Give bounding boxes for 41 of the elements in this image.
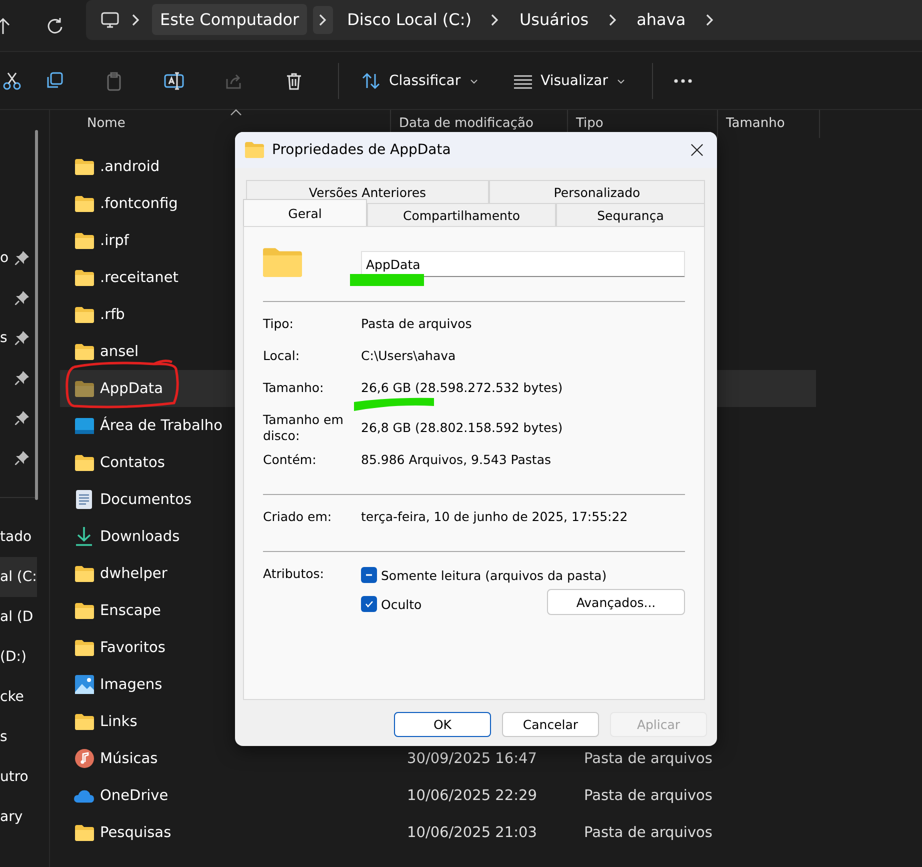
field-label: Atributos: — [263, 566, 325, 583]
field-value: 26,6 GB (28.598.272.532 bytes) — [361, 379, 564, 396]
checkbox-label: Oculto — [381, 596, 422, 612]
type-cell-text: Pasta de arquivos — [583, 824, 714, 840]
dialog-title: Propriedades de AppData — [272, 142, 452, 158]
file-name: Pesquisas — [100, 824, 172, 840]
file-name: Downloads — [100, 528, 180, 544]
date-cell-text: 10/06/2025 21:03 — [406, 824, 538, 840]
file-name: Músicas — [100, 750, 158, 766]
file-name: .receitanet — [100, 270, 178, 286]
file-name: Imagens — [100, 676, 162, 692]
date-cell-text: 10/06/2025 22:29 — [406, 788, 538, 804]
field-value: terça-feira, 10 de junho de 2025, 17:55:22 — [361, 508, 629, 525]
checkbox-label: Somente leitura (arquivos da pasta) — [381, 568, 607, 582]
file-name: Favoritos — [100, 640, 166, 656]
type-cell-text: Pasta de arquivos — [583, 750, 714, 766]
field-label: Tipo: — [263, 315, 295, 332]
field-label: Contém: — [263, 451, 318, 468]
file-name: Contatos — [100, 454, 165, 470]
field-label: Tamanho: — [263, 379, 325, 396]
file-name: Área de Trabalho — [100, 418, 222, 434]
field-label: Tamanho em disco: — [263, 411, 344, 444]
file-name: AppData — [100, 380, 163, 396]
field-label: Criado em: — [263, 508, 333, 525]
field-value: Pasta de arquivos — [361, 315, 473, 332]
file-name: .rfb — [100, 306, 125, 322]
field-label: Local: — [263, 347, 301, 364]
field-value: 85.986 Arquivos, 9.543 Pastas — [361, 451, 552, 468]
file-name: .fontconfig — [100, 196, 178, 212]
date-cell-text: 30/09/2025 16:47 — [406, 750, 538, 766]
file-name: ansel — [100, 344, 139, 360]
field-value: 26,8 GB (28.802.158.592 bytes) — [361, 419, 564, 436]
file-name: Documentos — [100, 492, 192, 508]
field-value: C:\Users\ahava — [361, 347, 457, 364]
file-name: .android — [100, 158, 160, 174]
file-name: dwhelper — [100, 566, 168, 582]
file-name: .irpf — [100, 232, 129, 248]
file-name: Links — [100, 714, 138, 730]
file-name: Enscape — [100, 602, 161, 618]
type-cell-text: Pasta de arquivos — [583, 788, 714, 804]
file-name: OneDrive — [100, 788, 168, 804]
